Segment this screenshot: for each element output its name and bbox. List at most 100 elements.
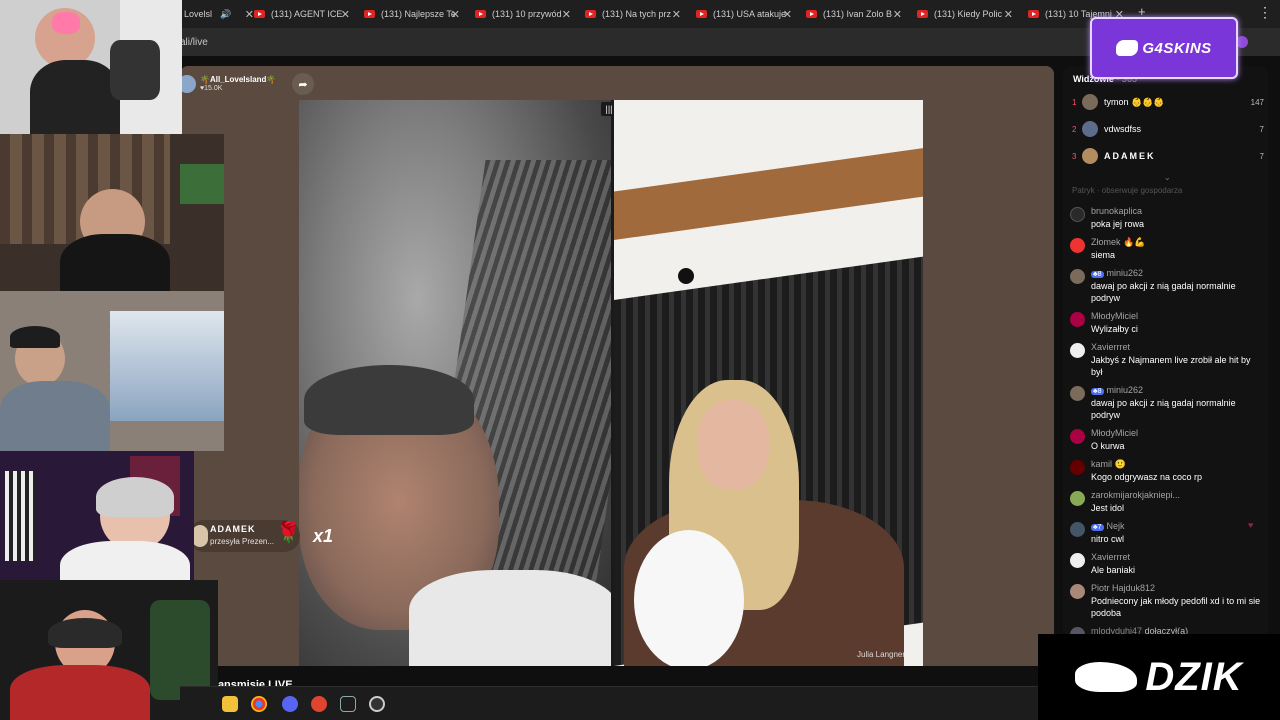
close-tab-icon[interactable]: ✕ — [893, 8, 902, 21]
chat-username[interactable]: MłodyMiciel — [1091, 428, 1138, 438]
youtube-icon — [364, 10, 375, 18]
avatar[interactable] — [1070, 584, 1085, 599]
tab[interactable]: (131) Ivan Zolo B ✕ — [806, 3, 902, 25]
avatar[interactable] — [1070, 343, 1085, 358]
tab-title: (131) 10 przywód — [492, 9, 562, 19]
lion-icon — [1116, 40, 1139, 56]
close-tab-icon[interactable]: ✕ — [341, 8, 350, 21]
obs-icon[interactable] — [369, 696, 385, 712]
chat-username[interactable]: kamil 🙂 — [1091, 459, 1126, 470]
youtube-icon — [806, 10, 817, 18]
avatar[interactable] — [1070, 386, 1085, 401]
ranking-row[interactable]: 1 tymon 👶👶👶 147 — [1072, 93, 1268, 111]
chat-username[interactable]: ♣8 miniu262 — [1091, 268, 1143, 278]
chat-text: siema — [1091, 250, 1116, 260]
avatar[interactable] — [1070, 429, 1085, 444]
close-tab-icon[interactable]: ✕ — [672, 8, 681, 21]
youtube-icon — [1028, 10, 1039, 18]
webcam-1 — [0, 0, 182, 134]
chat-username[interactable]: Piotr Hajduk812 — [1091, 583, 1155, 593]
avatar[interactable] — [1070, 522, 1085, 537]
host-video — [299, 100, 611, 666]
screen: Lovelsl 🔊 ✕ (131) AGENT ICE ✕ (131) Najl… — [0, 0, 1280, 720]
avatar — [1082, 148, 1098, 164]
chat-username[interactable]: MłodyMiciel — [1091, 311, 1138, 321]
chat-text: Jest idol — [1091, 503, 1125, 513]
window-icon[interactable] — [340, 696, 356, 712]
youtube-icon — [917, 10, 928, 18]
chat-text: dawaj po akcji z nią gadaj normalnie pod… — [1091, 281, 1236, 303]
ranking-row[interactable]: 2 vdwsdfss 7 — [1072, 120, 1268, 138]
brand-text: DZIK — [1145, 654, 1243, 699]
chat-username[interactable]: Złomek 🔥💪 — [1091, 237, 1145, 248]
youtube-icon — [696, 10, 707, 18]
avatar[interactable] — [1070, 238, 1085, 253]
avatar[interactable] — [1070, 269, 1085, 284]
chat-text: nitro cwl — [1091, 534, 1125, 544]
chat-text: Kogo odgrywasz na coco rp — [1091, 472, 1203, 482]
host-hair — [304, 365, 474, 435]
chat-username[interactable]: Xavierrret — [1091, 552, 1130, 562]
tab[interactable]: (131) USA atakuje ✕ — [696, 3, 792, 25]
tab[interactable]: (131) Najlepsze Te ✕ — [364, 3, 460, 25]
close-tab-icon[interactable]: ✕ — [1004, 8, 1013, 21]
guest-video — [614, 100, 923, 666]
rank-user: vdwsdfss — [1104, 124, 1142, 134]
tab-title: (131) Ivan Zolo B — [823, 9, 893, 19]
ranking-row[interactable]: 3 ADAMEK 7 — [1072, 147, 1268, 165]
chat-username[interactable]: brunokaplica — [1091, 206, 1142, 216]
avatar[interactable] — [1070, 460, 1085, 475]
ceiling-lamp — [678, 268, 694, 284]
close-tab-icon[interactable]: ✕ — [451, 8, 460, 21]
app-icon[interactable] — [311, 696, 327, 712]
avatar[interactable] — [1070, 491, 1085, 506]
close-tab-icon[interactable]: ✕ — [562, 8, 571, 21]
rank-score: 147 — [1250, 97, 1264, 107]
chat-username-text: miniu262 — [1106, 268, 1144, 278]
url-field[interactable]: ali/live — [180, 37, 208, 48]
share-icon[interactable]: ➦ — [292, 73, 314, 95]
folder-icon[interactable] — [222, 696, 238, 712]
speaker-icon: 🔊 — [220, 8, 232, 19]
heart-icon[interactable]: ♥ — [1248, 520, 1253, 530]
avatar[interactable] — [1070, 553, 1085, 568]
level-badge-value: 8 — [1097, 388, 1102, 395]
chevron-down-icon[interactable]: ⌄ — [1164, 173, 1171, 182]
close-tab-icon[interactable]: ✕ — [783, 8, 792, 21]
tab[interactable]: (131) AGENT ICE ✕ — [254, 3, 350, 25]
gift-action: przesyła Prezen... — [210, 537, 275, 546]
host-likes: ♥15.0K — [200, 85, 223, 92]
chrome-icon[interactable] — [251, 696, 267, 712]
chat-username[interactable]: ♣8 miniu262 — [1091, 385, 1143, 395]
rank-user: ADAMEK — [1104, 151, 1156, 161]
level-badge: ♣7 — [1091, 524, 1104, 531]
tab-title: (131) Kiedy Polic — [934, 9, 1003, 19]
youtube-icon — [475, 10, 486, 18]
tab[interactable]: (131) 10 przywód ✕ — [475, 3, 571, 25]
taskbar — [180, 686, 1038, 720]
level-badge: ♣8 — [1091, 271, 1104, 278]
tab[interactable]: (131) Kiedy Polic ✕ — [917, 3, 1013, 25]
webcam-3 — [0, 291, 224, 451]
chat-username[interactable]: ♣7 Nejk — [1091, 521, 1125, 531]
tab[interactable]: (131) Na tych prz ✕ — [585, 3, 681, 25]
avatar[interactable] — [1070, 207, 1085, 222]
chat-username[interactable]: Xavierrret — [1091, 342, 1130, 352]
chat-username[interactable]: zarokmijarokjakniepi... — [1091, 490, 1180, 500]
chat-text: poka jej rowa — [1091, 219, 1145, 229]
sponsor-logo: G4SKINS — [1090, 17, 1238, 79]
rank-number: 2 — [1072, 124, 1077, 134]
tab-title: (131) USA atakuje — [713, 9, 787, 19]
host-info[interactable]: 🌴All_LoveIsland🌴 ♥15.0K — [178, 72, 276, 96]
tab-active[interactable]: Lovelsl 🔊 ✕ — [184, 3, 254, 25]
discord-icon[interactable] — [282, 696, 298, 712]
chat-text: Jakbyś z Najmanem live zrobił ale hit by… — [1091, 355, 1251, 377]
menu-icon[interactable]: ⋮ — [1258, 4, 1272, 21]
close-tab-icon[interactable]: ✕ — [245, 8, 254, 21]
ceiling-beam — [614, 147, 923, 241]
guest-face — [697, 400, 769, 490]
gift-count: x1 — [313, 526, 334, 546]
level-badge: ♣8 — [1091, 388, 1104, 395]
avatar[interactable] — [1070, 312, 1085, 327]
rank-number: 3 — [1072, 151, 1077, 161]
